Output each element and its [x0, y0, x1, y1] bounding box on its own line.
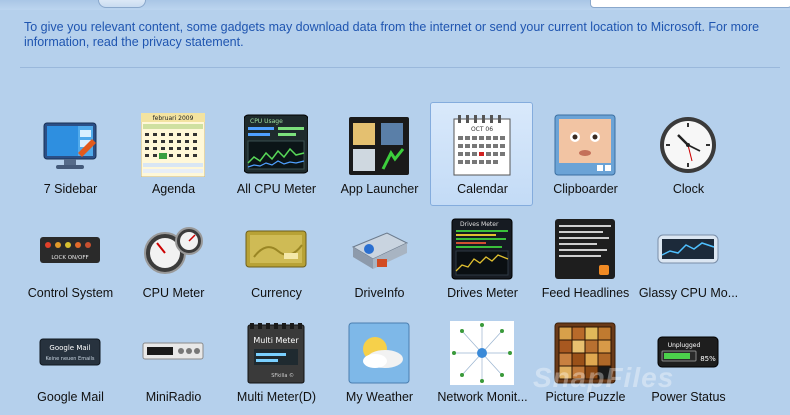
gadget-tile-agenda[interactable]: februari 2009 Agenda — [121, 102, 224, 206]
monitor-icon — [38, 113, 102, 177]
hard-drive-icon — [347, 217, 411, 281]
gadget-tile-control-system[interactable]: LOCK ON/OFF Control System — [18, 206, 121, 310]
currency-card-icon — [244, 217, 308, 281]
svg-text:Google Mail: Google Mail — [49, 344, 90, 352]
calendar-icon: OCT 06 — [450, 113, 514, 177]
drives-meter-icon: Drives Meter — [450, 217, 514, 281]
control-system-icon: LOCK ON/OFF — [38, 217, 102, 281]
agenda-calendar-icon: februari 2009 — [140, 113, 205, 177]
watermark-logo: SnapFiles — [533, 362, 675, 393]
svg-text:85%: 85% — [700, 355, 716, 363]
gadget-tile-drives-meter[interactable]: Drives Meter Drives Meter — [430, 206, 533, 310]
gadget-tile-multi-meter[interactable]: Multi Meter SFkilla © Multi Meter(D) — [224, 310, 327, 414]
search-gadgets-input[interactable] — [590, 0, 790, 8]
svg-text:februari 2009: februari 2009 — [152, 115, 193, 122]
gadget-label: 7 Sidebar — [43, 182, 98, 196]
divider — [20, 67, 780, 68]
gadget-tile-currency[interactable]: Currency — [224, 206, 327, 310]
svg-text:OCT 06: OCT 06 — [470, 126, 492, 133]
gadget-tile-miniradio[interactable]: MiniRadio — [121, 310, 224, 414]
gadget-label: Multi Meter(D) — [236, 390, 317, 404]
gadget-tile-feed-headlines[interactable]: Feed Headlines — [533, 206, 636, 310]
gadget-tile-cpu-meter[interactable]: CPU Meter — [121, 206, 224, 310]
app-launcher-icon — [347, 113, 411, 177]
svg-text:CPU Usage: CPU Usage — [250, 118, 283, 125]
svg-text:LOCK ON/OFF: LOCK ON/OFF — [51, 255, 88, 261]
svg-text:SFkilla ©: SFkilla © — [271, 372, 294, 379]
privacy-info-text: To give you relevant content, some gadge… — [24, 20, 760, 49]
feed-headlines-icon — [553, 217, 617, 281]
svg-text:Unplugged: Unplugged — [667, 342, 700, 349]
gadget-tile-my-weather[interactable]: My Weather — [327, 310, 430, 414]
gadget-label: Feed Headlines — [541, 286, 630, 300]
gadget-label: Control System — [27, 286, 114, 300]
gadget-label: Clipboarder — [553, 182, 618, 196]
baby-photo-icon — [553, 113, 617, 177]
gadget-tile-app-launcher[interactable]: App Launcher — [327, 102, 430, 206]
cpu-gauge-icon — [141, 217, 205, 281]
gadget-tile-clock[interactable]: Clock — [636, 102, 739, 206]
gadget-tile-clipboarder[interactable]: Clipboarder — [533, 102, 636, 206]
gadget-label: Network Monit... — [437, 390, 528, 404]
gadget-tile-glassy-cpu-monitor[interactable]: Glassy CPU Mo... — [636, 206, 739, 310]
network-monitor-icon — [449, 321, 514, 385]
google-mail-icon: Google Mail Keine neuen Emails — [38, 321, 102, 385]
gadget-tile-calendar[interactable]: OCT 06 Calendar — [430, 102, 533, 206]
gadget-tile-all-cpu-meter[interactable]: CPU Usage All CPU Meter — [224, 102, 327, 206]
gadget-label: Agenda — [151, 182, 196, 196]
gadget-tile-driveinfo[interactable]: DriveInfo — [327, 206, 430, 310]
gadget-label: MiniRadio — [145, 390, 202, 404]
gadget-label: App Launcher — [340, 182, 419, 196]
cpu-graph-icon: CPU Usage — [243, 113, 308, 177]
svg-text:Multi Meter: Multi Meter — [253, 336, 299, 345]
mini-radio-icon — [141, 321, 205, 385]
weather-icon — [347, 321, 411, 385]
gadget-label: Drives Meter — [447, 286, 518, 300]
glassy-cpu-icon — [656, 217, 720, 281]
gadget-tile-google-mail[interactable]: Google Mail Keine neuen Emails Google Ma… — [18, 310, 121, 414]
gadget-label: DriveInfo — [354, 286, 405, 300]
svg-text:Drives Meter: Drives Meter — [460, 221, 499, 228]
multi-meter-icon: Multi Meter SFkilla © — [244, 321, 308, 385]
gadget-label: Currency — [251, 286, 302, 300]
gadget-label: Clock — [672, 182, 705, 196]
gadget-tile-7-sidebar[interactable]: 7 Sidebar — [18, 102, 121, 206]
gadget-label: Calendar — [457, 182, 508, 196]
back-button[interactable] — [98, 0, 146, 8]
window-top-bar — [0, 0, 790, 10]
gadget-label: My Weather — [345, 390, 414, 404]
gadget-label: Glassy CPU Mo... — [638, 286, 739, 300]
gadget-label: Google Mail — [37, 390, 104, 404]
clock-icon — [656, 113, 720, 177]
gadget-label: All CPU Meter — [236, 182, 317, 196]
svg-text:Keine neuen Emails: Keine neuen Emails — [45, 356, 94, 362]
gadget-label: CPU Meter — [142, 286, 205, 300]
gadget-tile-network-monitor[interactable]: Network Monit... — [430, 310, 533, 414]
